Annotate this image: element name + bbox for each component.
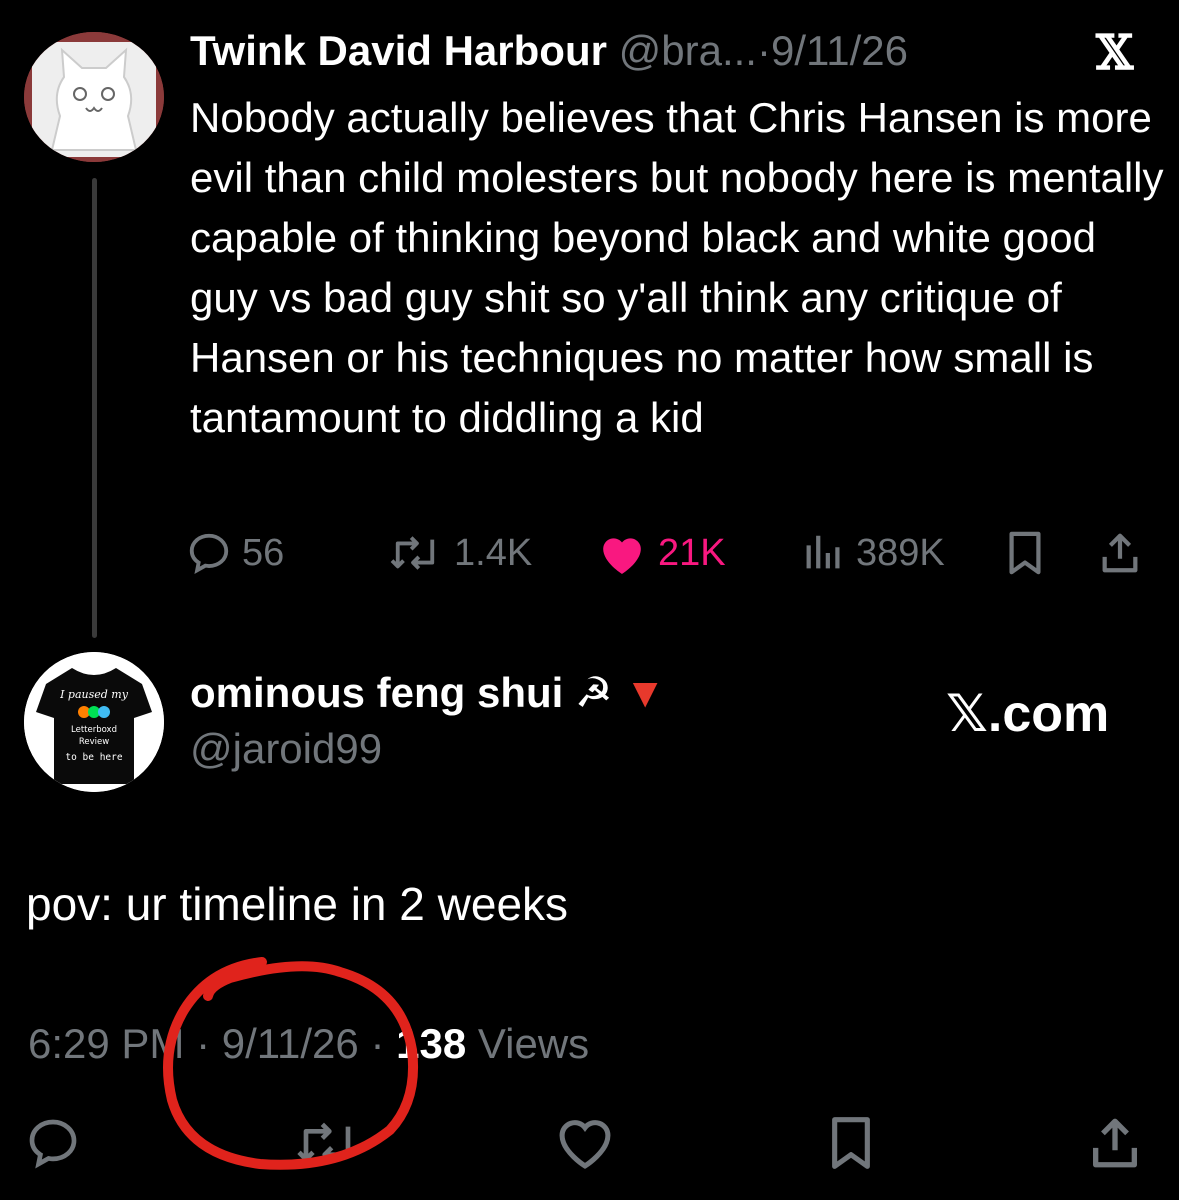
author-name[interactable]: Twink David Harbour — [190, 27, 607, 74]
views-count: 389K — [856, 531, 945, 574]
repost-count: 1.4K — [454, 531, 533, 574]
views-label: Views — [477, 1020, 590, 1067]
tweet-date[interactable]: 9/11/26 — [222, 1020, 359, 1067]
tweet-header: Twink David Harbour @bra...·9/11/26 — [190, 26, 908, 76]
repost-icon — [297, 1122, 351, 1164]
separator-dot: · — [196, 1020, 211, 1067]
thread-connector-line — [92, 178, 97, 638]
avatar[interactable]: I paused my Letterboxd Review to be here — [24, 652, 164, 792]
author-handle[interactable]: @bra... — [619, 27, 757, 74]
like-button[interactable]: 21K — [596, 525, 726, 581]
heart-filled-icon — [603, 538, 641, 574]
repost-button[interactable] — [292, 1108, 362, 1178]
views-count: 138 — [396, 1020, 467, 1067]
like-button[interactable] — [550, 1108, 620, 1178]
reply-button[interactable] — [18, 1108, 88, 1178]
tweet-timestamp-row: 6:29 PM · 9/11/26 · 138 Views — [28, 1018, 589, 1070]
share-button[interactable] — [1098, 525, 1142, 581]
avatar-line3: Review — [79, 737, 109, 747]
red-triangle-badge-icon: ▼ — [624, 669, 666, 716]
repost-icon — [390, 536, 435, 570]
author-name-row: ominous feng shui ☭ ▼ — [190, 668, 666, 718]
tweet-text: Nobody actually believes that Chris Hans… — [190, 94, 1164, 441]
reply-count: 56 — [242, 531, 285, 574]
repost-button[interactable]: 1.4K — [386, 525, 532, 581]
avatar[interactable] — [24, 32, 164, 162]
share-icon — [1102, 533, 1138, 573]
views-bar-chart-icon — [806, 535, 840, 569]
tweet-date[interactable]: 9/11/26 — [771, 27, 908, 74]
reply-icon — [29, 1119, 77, 1169]
separator-dot: · — [756, 27, 771, 74]
avatar-line4: to be here — [65, 752, 122, 763]
share-button[interactable] — [1080, 1108, 1150, 1178]
bookmark-icon — [832, 1117, 870, 1169]
reply-icon — [189, 533, 229, 574]
x-logo-icon: 𝕏 — [1096, 25, 1134, 81]
heart-outline-icon — [559, 1120, 611, 1169]
separator-dot: · — [370, 1020, 385, 1067]
author-name[interactable]: ominous feng shui ☭ — [190, 669, 613, 716]
like-count: 21K — [658, 531, 726, 574]
tweet-actions — [0, 1108, 1179, 1178]
tweet-actions: 56 1.4K 21K 389K — [186, 525, 1156, 581]
tshirt-avatar-icon: I paused my Letterboxd Review to be here — [24, 652, 164, 792]
tweet-time[interactable]: 6:29 PM — [28, 1020, 184, 1067]
bookmark-icon — [1009, 531, 1041, 575]
cat-avatar-icon — [24, 32, 164, 162]
reply-button[interactable]: 56 — [186, 525, 284, 581]
avatar-line2: Letterboxd — [71, 725, 117, 735]
x-com-watermark: 𝕏.com — [946, 685, 1110, 743]
share-icon — [1093, 1118, 1137, 1168]
bookmark-button[interactable] — [1004, 525, 1046, 581]
author-handle[interactable]: @jaroid99 — [190, 724, 382, 774]
views-button[interactable]: 389K — [802, 525, 945, 581]
avatar-line1: I paused my — [59, 688, 129, 701]
tweet-text: pov: ur timeline in 2 weeks — [26, 878, 569, 930]
bookmark-button[interactable] — [816, 1108, 886, 1178]
